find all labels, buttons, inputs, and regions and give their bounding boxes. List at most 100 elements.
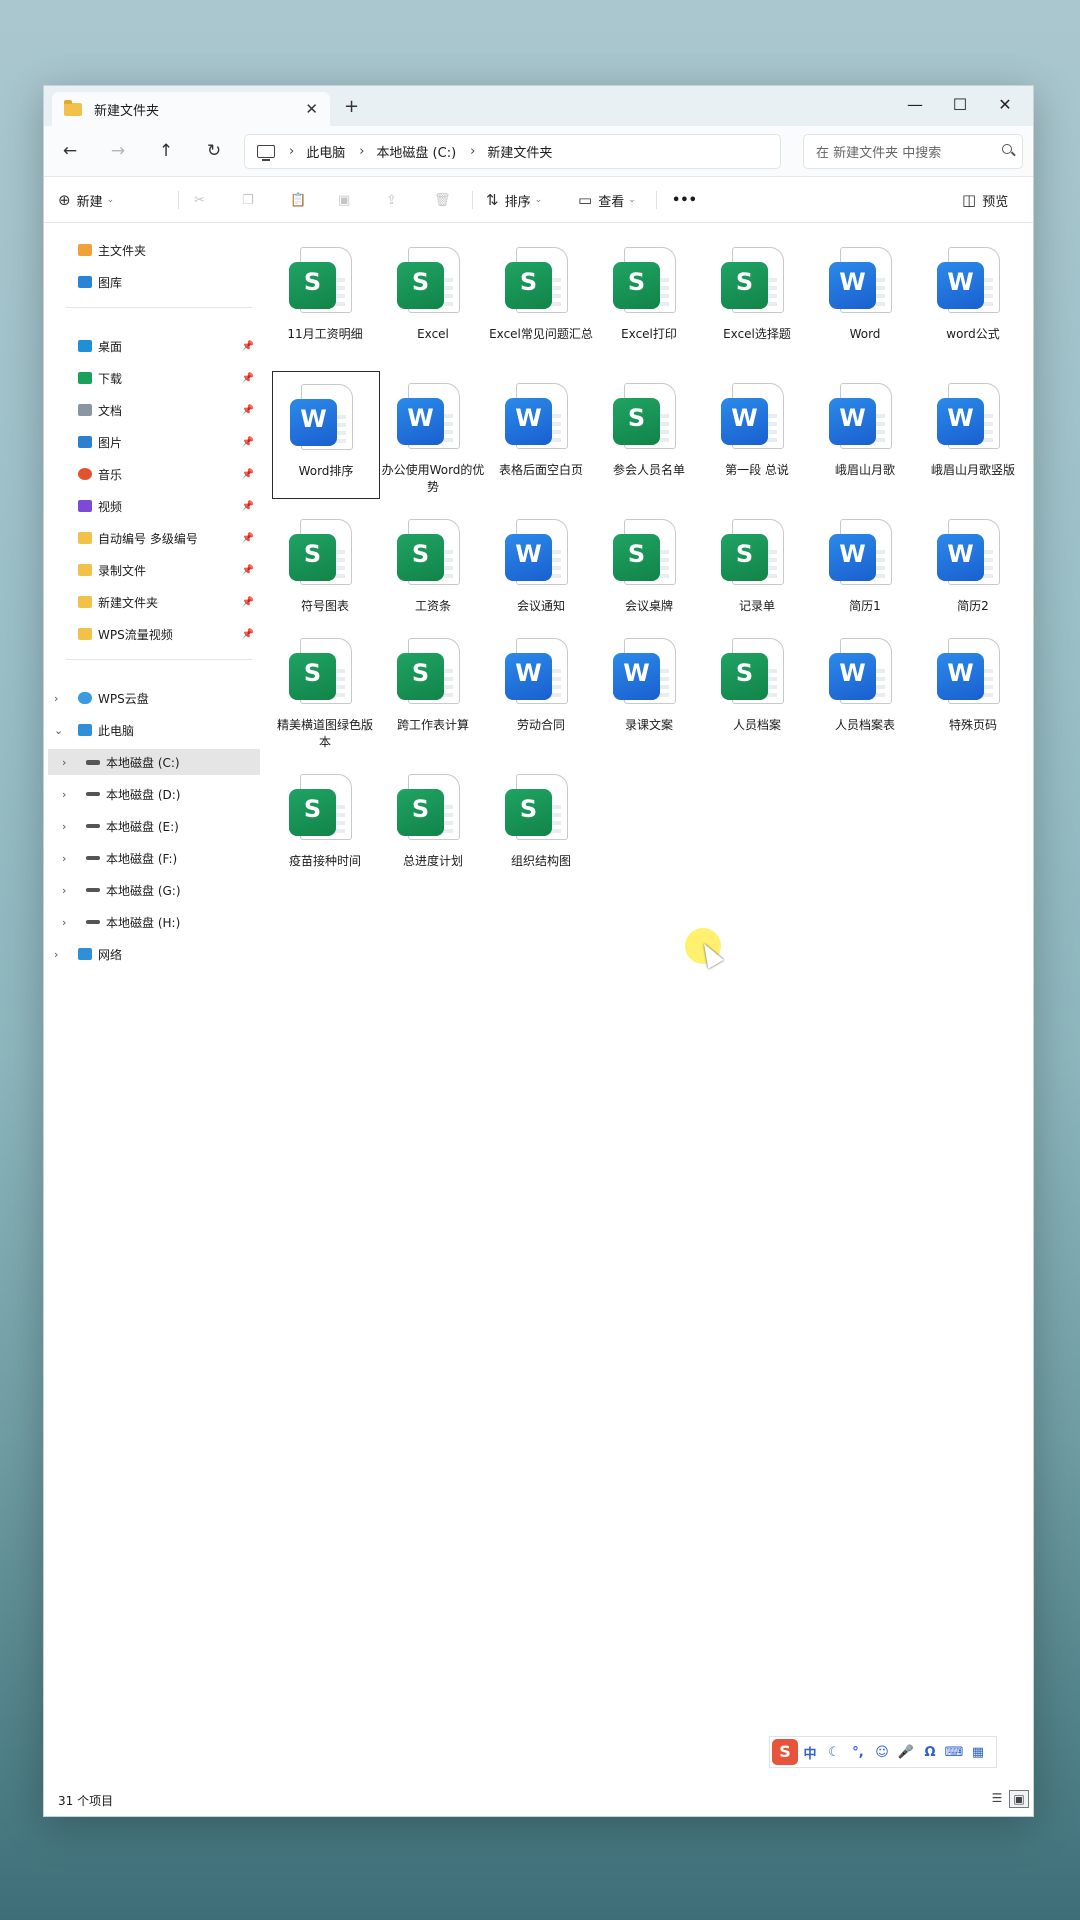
copy-icon[interactable]: ❐	[242, 188, 254, 212]
chevron-right-icon[interactable]: ›	[62, 820, 66, 833]
file-item[interactable]: S 跨工作表计算	[380, 626, 486, 752]
file-item[interactable]: S Excel选择题	[704, 235, 810, 361]
breadcrumb-this-pc[interactable]: 此电脑	[306, 142, 345, 161]
sidebar-item-this-pc[interactable]: ⌄ 此电脑	[44, 717, 260, 743]
chevron-right-icon[interactable]: ›	[54, 692, 58, 705]
file-item[interactable]: S 11月工资明细	[272, 235, 378, 361]
sidebar-item-desktop[interactable]: 桌面 📌	[44, 333, 260, 359]
pin-icon[interactable]: 📌	[242, 501, 254, 512]
chevron-right-icon[interactable]: ›	[62, 916, 66, 929]
punctuation-icon[interactable]: °,	[846, 1745, 870, 1760]
sogou-logo-icon[interactable]: S	[772, 1739, 798, 1765]
pin-icon[interactable]: 📌	[242, 533, 254, 544]
file-item[interactable]: W 表格后面空白页	[488, 371, 594, 497]
sidebar-item-gallery[interactable]: 图库	[44, 269, 260, 295]
file-item[interactable]: S 疫苗接种时间	[272, 762, 378, 888]
sidebar-item-drive-h[interactable]: › 本地磁盘 (H:)	[44, 909, 260, 935]
search-input[interactable]: 在 新建文件夹 中搜索	[803, 134, 1023, 169]
pin-icon[interactable]: 📌	[242, 437, 254, 448]
sidebar-item-pictures[interactable]: 图片 📌	[44, 429, 260, 455]
delete-icon[interactable]: 🗑	[434, 188, 451, 212]
file-item[interactable]: Wword公式	[920, 235, 1026, 361]
sidebar-item-downloads[interactable]: 下载 📌	[44, 365, 260, 391]
rename-icon[interactable]: ▣	[338, 188, 350, 212]
file-item[interactable]: S 总进度计划	[380, 762, 486, 888]
pin-icon[interactable]: 📌	[242, 405, 254, 416]
new-button[interactable]: ⊕ 新建 ⌄	[58, 188, 114, 212]
file-item[interactable]: S 精美横道图绿色版本	[272, 626, 378, 752]
chevron-down-icon[interactable]: ⌄	[54, 724, 63, 737]
view-button[interactable]: ▭ 查看 ⌄	[578, 188, 636, 212]
file-item[interactable]: W 简历2	[920, 507, 1026, 633]
file-item[interactable]: W 峨眉山月歌竖版	[920, 371, 1026, 497]
maximize-button[interactable]: ☐	[937, 92, 983, 118]
share-icon[interactable]: ⇪	[386, 188, 397, 212]
breadcrumb-drive-c[interactable]: 本地磁盘 (C:)	[376, 142, 456, 161]
file-item[interactable]: W 办公使用Word的优势	[380, 371, 486, 497]
pin-icon[interactable]: 📌	[242, 373, 254, 384]
sidebar-item-drive-c[interactable]: › 本地磁盘 (C:)	[48, 749, 260, 775]
chevron-right-icon[interactable]: ›	[62, 756, 66, 769]
sidebar-item-music[interactable]: 音乐 📌	[44, 461, 260, 487]
file-item[interactable]: W 会议通知	[488, 507, 594, 633]
file-item[interactable]: S Excel常见问题汇总	[488, 235, 594, 361]
file-item[interactable]: S Excel打印	[596, 235, 702, 361]
sidebar-item-wps-cloud[interactable]: › WPS云盘	[44, 685, 260, 711]
pin-icon[interactable]: 📌	[242, 341, 254, 352]
chevron-right-icon[interactable]: ›	[62, 788, 66, 801]
new-tab-button[interactable]: +	[344, 96, 359, 117]
file-item[interactable]: W 录课文案	[596, 626, 702, 752]
moon-icon[interactable]: ☾	[822, 1745, 846, 1760]
pin-icon[interactable]: 📌	[242, 597, 254, 608]
paste-icon[interactable]: 📋	[290, 188, 306, 212]
tab-current-folder[interactable]: 新建文件夹 ✕	[52, 92, 330, 126]
chevron-right-icon[interactable]: ›	[62, 852, 66, 865]
sidebar-item-home[interactable]: 主文件夹	[44, 237, 260, 263]
file-item[interactable]: W 简历1	[812, 507, 918, 633]
sidebar-item-drive-g[interactable]: › 本地磁盘 (G:)	[44, 877, 260, 903]
minimize-button[interactable]: —	[892, 92, 938, 118]
file-item[interactable]: S 符号图表	[272, 507, 378, 633]
more-options-button[interactable]: •••	[672, 188, 697, 212]
microphone-icon[interactable]: 🎤	[894, 1745, 918, 1760]
chevron-right-icon[interactable]: ›	[54, 948, 58, 961]
file-item[interactable]: W Word	[812, 235, 918, 361]
up-button[interactable]: ↑	[152, 138, 180, 164]
file-item[interactable]: W 特殊页码	[920, 626, 1026, 752]
file-item[interactable]: S 人员档案	[704, 626, 810, 752]
breadcrumb-current-folder[interactable]: 新建文件夹	[487, 142, 552, 161]
sidebar-item-drive-e[interactable]: › 本地磁盘 (E:)	[44, 813, 260, 839]
sidebar-item-network[interactable]: › 网络	[44, 941, 260, 967]
file-item[interactable]: S 组织结构图	[488, 762, 594, 888]
file-item[interactable]: W 峨眉山月歌	[812, 371, 918, 497]
sidebar-item-auto-numbering[interactable]: 自动编号 多级编号 📌	[44, 525, 260, 551]
refresh-button[interactable]: ↻	[200, 138, 228, 164]
sidebar-item-drive-f[interactable]: › 本地磁盘 (F:)	[44, 845, 260, 871]
sidebar-item-drive-d[interactable]: › 本地磁盘 (D:)	[44, 781, 260, 807]
sidebar-item-videos[interactable]: 视频 📌	[44, 493, 260, 519]
tab-close-button[interactable]: ✕	[305, 100, 318, 118]
close-window-button[interactable]: ✕	[982, 92, 1028, 118]
file-item[interactable]: S Excel	[380, 235, 486, 361]
emoji-icon[interactable]: ☺	[870, 1745, 894, 1760]
address-bar[interactable]: › 此电脑 › 本地磁盘 (C:) › 新建文件夹	[244, 134, 781, 169]
sidebar-item-wps-videos[interactable]: WPS流量视频 📌	[44, 621, 260, 647]
pin-icon[interactable]: 📌	[242, 565, 254, 576]
file-item[interactable]: S 会议桌牌	[596, 507, 702, 633]
file-item[interactable]: S 记录单	[704, 507, 810, 633]
large-icons-view-icon[interactable]: ▣	[1009, 1790, 1029, 1808]
file-item[interactable]: S 工资条	[380, 507, 486, 633]
file-item[interactable]: S 参会人员名单	[596, 371, 702, 497]
keyboard-icon[interactable]: ⌨	[942, 1745, 966, 1760]
forward-button[interactable]: →	[104, 138, 132, 164]
file-item[interactable]: W 劳动合同	[488, 626, 594, 752]
file-item[interactable]: W Word排序	[272, 371, 380, 499]
preview-pane-button[interactable]: ◫ 预览	[962, 188, 1008, 212]
back-button[interactable]: ←	[56, 138, 84, 164]
sidebar-item-recordings[interactable]: 录制文件 📌	[44, 557, 260, 583]
pin-icon[interactable]: 📌	[242, 469, 254, 480]
sort-button[interactable]: ⇅ 排序 ⌄	[486, 188, 542, 212]
chinese-mode-icon[interactable]: 中	[798, 1743, 822, 1762]
toolbox-icon[interactable]: ▦	[966, 1745, 990, 1760]
symbol-icon[interactable]: Ω	[918, 1745, 942, 1760]
